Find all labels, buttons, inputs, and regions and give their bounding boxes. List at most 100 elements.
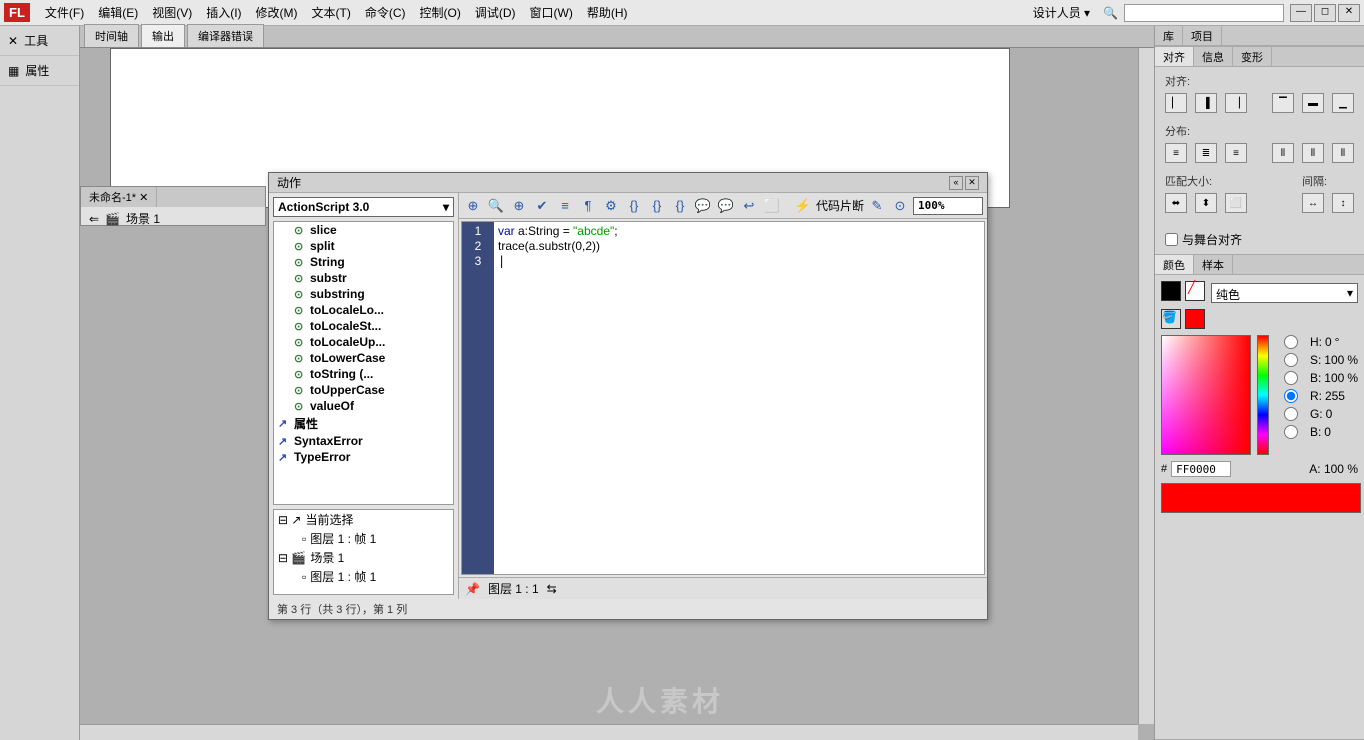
menu-view[interactable]: 视图(V)	[145, 1, 199, 24]
fill-color[interactable]	[1185, 309, 1205, 329]
stage-align-check[interactable]	[1165, 233, 1178, 246]
match-width[interactable]: ⬌	[1165, 193, 1187, 213]
method-valueof[interactable]: valueOf	[274, 398, 453, 414]
method-tostring[interactable]: toString (...	[274, 366, 453, 382]
gap-v[interactable]: ↕	[1332, 193, 1354, 213]
tree-current[interactable]: ⊟ ↗ 当前选择	[274, 510, 453, 529]
workspace-dropdown[interactable]: 设计人员 ▾	[1026, 1, 1097, 24]
brace2-icon[interactable]: {}	[647, 196, 667, 216]
menu-insert[interactable]: 插入(I)	[199, 1, 248, 24]
method-touppercase[interactable]: toUpperCase	[274, 382, 453, 398]
color-type-dropdown[interactable]: 纯色▾	[1211, 283, 1358, 303]
match-height[interactable]: ⬍	[1195, 193, 1217, 213]
scene-name[interactable]: 场景 1	[126, 210, 160, 227]
menu-file[interactable]: 文件(F)	[38, 1, 91, 24]
tab-align[interactable]: 对齐	[1155, 47, 1194, 66]
method-tolocalelo[interactable]: toLocaleLo...	[274, 302, 453, 318]
minimize-button[interactable]: —	[1290, 4, 1312, 22]
dist-vcenter[interactable]: ≣	[1195, 143, 1217, 163]
target-icon[interactable]: ⊕	[509, 196, 529, 216]
format-icon[interactable]: ≡	[555, 196, 575, 216]
fill-tool[interactable]: 🪣	[1161, 309, 1181, 329]
uncomment-icon[interactable]: 💬	[716, 196, 736, 216]
code-editor[interactable]: 1 2 3 var a:String = "abcde"; trace(a.su…	[461, 221, 985, 575]
menu-commands[interactable]: 命令(C)	[358, 1, 413, 24]
align-hcenter[interactable]: ▐	[1195, 93, 1217, 113]
maximize-button[interactable]: ◻	[1314, 4, 1336, 22]
sync-icon[interactable]: ⇆	[547, 582, 557, 596]
tree-layer1[interactable]: ▫ 图层 1 : 帧 1	[274, 529, 453, 548]
footer-layer[interactable]: 图层 1 : 1	[488, 580, 539, 597]
match-both[interactable]: ⬜	[1225, 193, 1247, 213]
tab-info[interactable]: 信息	[1194, 47, 1233, 66]
tab-transform[interactable]: 变形	[1233, 47, 1272, 66]
snippet-icon[interactable]: ⚡	[793, 196, 813, 216]
brace1-icon[interactable]: {}	[624, 196, 644, 216]
no-stroke[interactable]: ╱	[1185, 281, 1205, 301]
back-arrow-icon[interactable]: ⇐	[89, 212, 99, 226]
method-tolocalest[interactable]: toLocaleSt...	[274, 318, 453, 334]
find-icon[interactable]: 🔍	[486, 196, 506, 216]
align-top[interactable]: ▔	[1272, 93, 1294, 113]
align-vcenter[interactable]: ▬	[1302, 93, 1324, 113]
as-version-dropdown[interactable]: ActionScript 3.0▾	[273, 197, 454, 217]
bv-radio[interactable]	[1275, 425, 1307, 439]
hint-icon[interactable]: ¶	[578, 196, 598, 216]
code-text[interactable]: var a:String = "abcde"; trace(a.substr(0…	[494, 222, 984, 574]
menu-modify[interactable]: 修改(M)	[249, 1, 305, 24]
hue-slider[interactable]	[1257, 335, 1269, 455]
hex-input[interactable]	[1171, 461, 1231, 477]
method-substring[interactable]: substring	[274, 286, 453, 302]
search-input[interactable]	[1124, 4, 1284, 22]
tab-output[interactable]: 输出	[141, 24, 185, 47]
check-icon[interactable]: ✔	[532, 196, 552, 216]
menu-debug[interactable]: 调试(D)	[468, 1, 523, 24]
align-bottom[interactable]: ▁	[1332, 93, 1354, 113]
debug-icon[interactable]: ⚙	[601, 196, 621, 216]
s-radio[interactable]	[1275, 353, 1307, 367]
snippet-label[interactable]: 代码片断	[816, 197, 864, 214]
add-icon[interactable]: ⊕	[463, 196, 483, 216]
menu-window[interactable]: 窗口(W)	[523, 1, 580, 24]
align-right[interactable]: ▕	[1225, 93, 1247, 113]
tree-scene[interactable]: ⊟ 🎬 场景 1	[274, 548, 453, 567]
menu-help[interactable]: 帮助(H)	[580, 1, 635, 24]
menu-control[interactable]: 控制(O)	[413, 1, 468, 24]
pin-icon[interactable]: 📌	[465, 582, 480, 596]
v-scrollbar[interactable]	[1138, 48, 1154, 724]
method-substr[interactable]: substr	[274, 270, 453, 286]
method-list[interactable]: slice split String substr substring toLo…	[273, 221, 454, 505]
expand-icon[interactable]: ⬜	[762, 196, 782, 216]
zoom-input[interactable]	[913, 197, 983, 215]
tools-button[interactable]: ✕工具	[0, 26, 79, 56]
wand-icon[interactable]: ✎	[867, 196, 887, 216]
doc-tab[interactable]: 未命名-1* ✕	[81, 187, 157, 207]
dist-hcenter[interactable]: ⦀	[1302, 143, 1324, 163]
g-radio[interactable]	[1275, 407, 1307, 421]
tree-layer2[interactable]: ▫ 图层 1 : 帧 1	[274, 567, 453, 586]
tab-library[interactable]: 库	[1155, 26, 1183, 45]
h-radio[interactable]	[1275, 335, 1307, 349]
gap-h[interactable]: ↔	[1302, 193, 1324, 213]
align-left[interactable]: ▏	[1165, 93, 1187, 113]
help-icon[interactable]: ⊙	[890, 196, 910, 216]
method-slice[interactable]: slice	[274, 222, 453, 238]
method-string[interactable]: String	[274, 254, 453, 270]
close-button[interactable]: ✕	[1338, 4, 1360, 22]
stroke-color[interactable]	[1161, 281, 1181, 301]
method-split[interactable]: split	[274, 238, 453, 254]
dist-left[interactable]: ⦀	[1272, 143, 1294, 163]
comment-icon[interactable]: 💬	[693, 196, 713, 216]
r-radio[interactable]	[1275, 389, 1307, 403]
properties-button[interactable]: ▦属性	[0, 56, 79, 86]
dist-top[interactable]: ≡	[1165, 143, 1187, 163]
node-properties[interactable]: 属性	[274, 414, 453, 433]
brace3-icon[interactable]: {}	[670, 196, 690, 216]
collapse-icon[interactable]: ↩	[739, 196, 759, 216]
method-tolocaleup[interactable]: toLocaleUp...	[274, 334, 453, 350]
menu-edit[interactable]: 编辑(E)	[91, 1, 145, 24]
color-field[interactable]	[1161, 335, 1251, 455]
panel-collapse-icon[interactable]: «	[949, 176, 963, 190]
dist-right[interactable]: ⦀	[1332, 143, 1354, 163]
h-scrollbar[interactable]	[80, 724, 1138, 740]
